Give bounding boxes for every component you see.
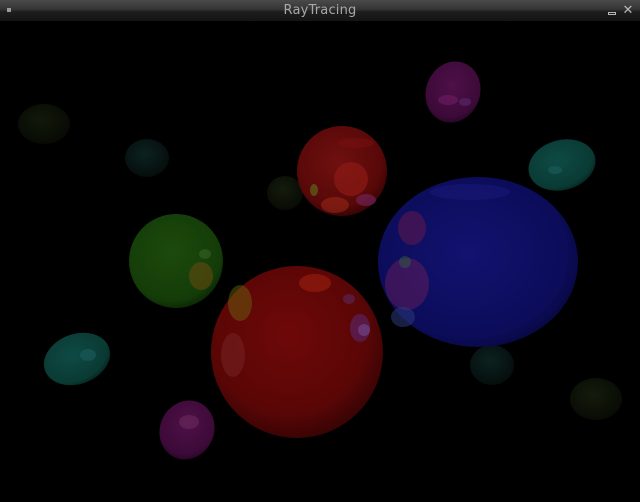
cyan-sphere-left (43, 332, 111, 386)
dim-sphere-left (18, 104, 70, 144)
red-sphere-upper (297, 126, 387, 216)
title-bar[interactable]: RayTracing ✕ (0, 0, 640, 22)
raytracing-window: RayTracing ✕ (0, 0, 640, 502)
dim-teal-sphere-mid (470, 345, 514, 385)
dim-teal-sphere (125, 139, 169, 177)
window-title: RayTracing (283, 3, 357, 18)
green-sphere (129, 214, 223, 308)
blue-sphere-large (378, 177, 578, 347)
raytraced-scene (18, 61, 622, 460)
magenta-sphere-top (425, 61, 481, 123)
render-viewport (0, 22, 640, 502)
cyan-sphere-right (528, 139, 596, 191)
minimize-icon[interactable] (604, 3, 620, 19)
red-sphere-large (211, 266, 383, 438)
dim-center-sphere (267, 176, 303, 210)
close-icon[interactable]: ✕ (620, 3, 636, 19)
dim-olive-sphere-right (570, 378, 622, 420)
magenta-sphere-bottom (159, 400, 215, 460)
